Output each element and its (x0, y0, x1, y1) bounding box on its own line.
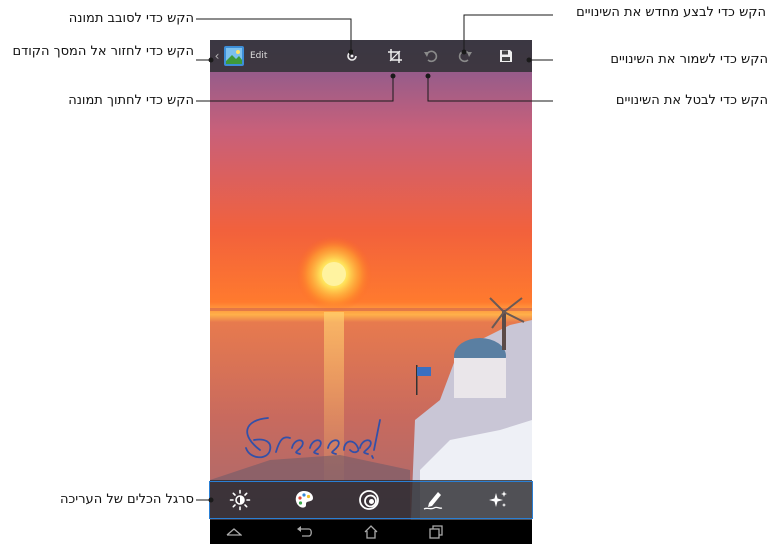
annotation-undo: הקש כדי לבטל את השינויים (615, 93, 768, 108)
annotation-back: הקש כדי לחזור אל המסך הקודם (12, 44, 194, 59)
annotation-crop: הקש כדי לחתוך תמונה (68, 93, 194, 108)
callout-lines (196, 14, 553, 503)
annotation-toolbar: סרגל הכלים של העריכה (59, 492, 194, 507)
annotation-redo: הקש כדי לבצע מחדש את השינויים (576, 5, 766, 20)
annotation-save: הקש כדי לשמור את השינויים (610, 52, 768, 67)
annotation-rotate: הקש כדי לסובב תמונה (68, 11, 194, 26)
